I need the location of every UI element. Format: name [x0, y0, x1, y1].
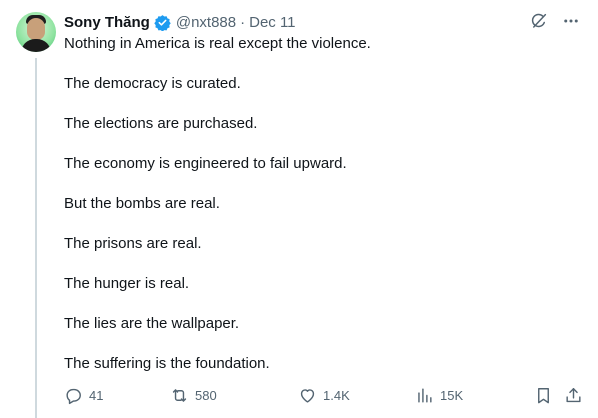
reply-icon	[64, 386, 83, 405]
author-name[interactable]: Sony Thăng	[64, 14, 150, 31]
post-header: Sony Thăng @nxt888 · Dec 11	[64, 12, 296, 32]
post-line: The hunger is real.	[64, 275, 190, 292]
repost-icon	[170, 386, 189, 405]
bookmark-icon	[534, 386, 553, 405]
like-count: 1.4K	[323, 388, 350, 403]
verified-badge-icon[interactable]	[154, 14, 171, 31]
header-separator: ·	[240, 13, 246, 31]
reply-button[interactable]: 41	[64, 386, 103, 405]
grok-icon[interactable]	[530, 12, 548, 35]
action-bar: 41 580 1.4K 15K	[64, 386, 582, 408]
post-line: The economy is engineered to fail upward…	[64, 155, 347, 172]
post-line: The prisons are real.	[64, 235, 202, 252]
like-button[interactable]: 1.4K	[298, 386, 350, 405]
bookmark-button[interactable]	[534, 386, 553, 405]
views-count: 15K	[440, 388, 464, 403]
post-date[interactable]: Dec 11	[249, 14, 295, 31]
more-icon[interactable]	[562, 12, 580, 35]
views-icon	[415, 386, 434, 405]
repost-count: 580	[195, 388, 217, 403]
post-line: Nothing in America is real except the vi…	[64, 35, 371, 52]
avatar-body	[21, 39, 51, 52]
post-line: The lies are the wallpaper.	[64, 315, 240, 332]
share-button[interactable]	[564, 386, 583, 405]
views-button[interactable]: 15K	[415, 386, 463, 405]
heart-icon	[298, 386, 317, 405]
post-line: The suffering is the foundation.	[64, 355, 270, 372]
repost-button[interactable]: 580	[170, 386, 217, 405]
post-text: Nothing in America is real except the vi…	[64, 34, 564, 394]
thread-line	[35, 58, 37, 418]
share-icon	[564, 386, 583, 405]
post-line: But the bombs are real.	[64, 195, 220, 212]
post-line: The democracy is curated.	[64, 75, 241, 92]
author-handle[interactable]: @nxt888	[176, 14, 236, 31]
post-line: The elections are purchased.	[64, 115, 258, 132]
header-icons	[530, 12, 580, 35]
reply-count: 41	[89, 388, 104, 403]
avatar-face	[27, 18, 45, 40]
avatar[interactable]	[16, 12, 56, 52]
